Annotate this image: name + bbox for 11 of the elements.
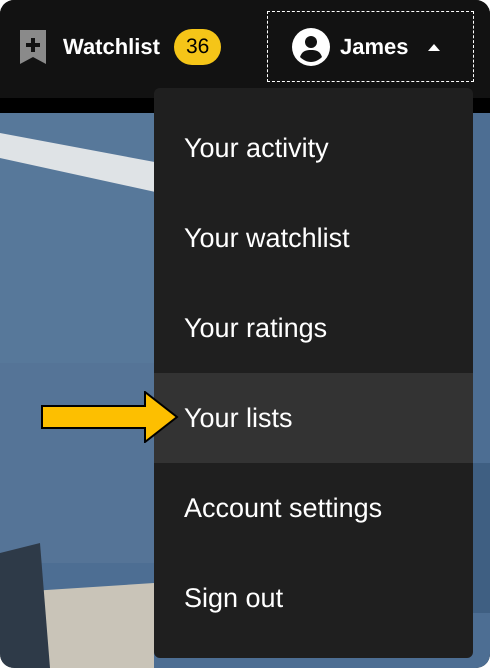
bookmark-plus-icon xyxy=(20,30,46,64)
user-menu-button[interactable]: James xyxy=(267,11,474,82)
menu-item[interactable]: Your ratings xyxy=(154,283,473,373)
menu-item[interactable]: Your activity xyxy=(154,103,473,193)
watchlist-button[interactable]: Watchlist 36 xyxy=(20,11,222,82)
count-badge: 36 xyxy=(174,28,222,64)
menu-item[interactable]: Your lists xyxy=(154,373,473,463)
menu-item[interactable]: Account settings xyxy=(154,463,473,553)
menu-item[interactable]: Your watchlist xyxy=(154,193,473,283)
user-avatar-icon xyxy=(292,28,330,66)
menu-item[interactable]: Sign out xyxy=(154,553,473,643)
